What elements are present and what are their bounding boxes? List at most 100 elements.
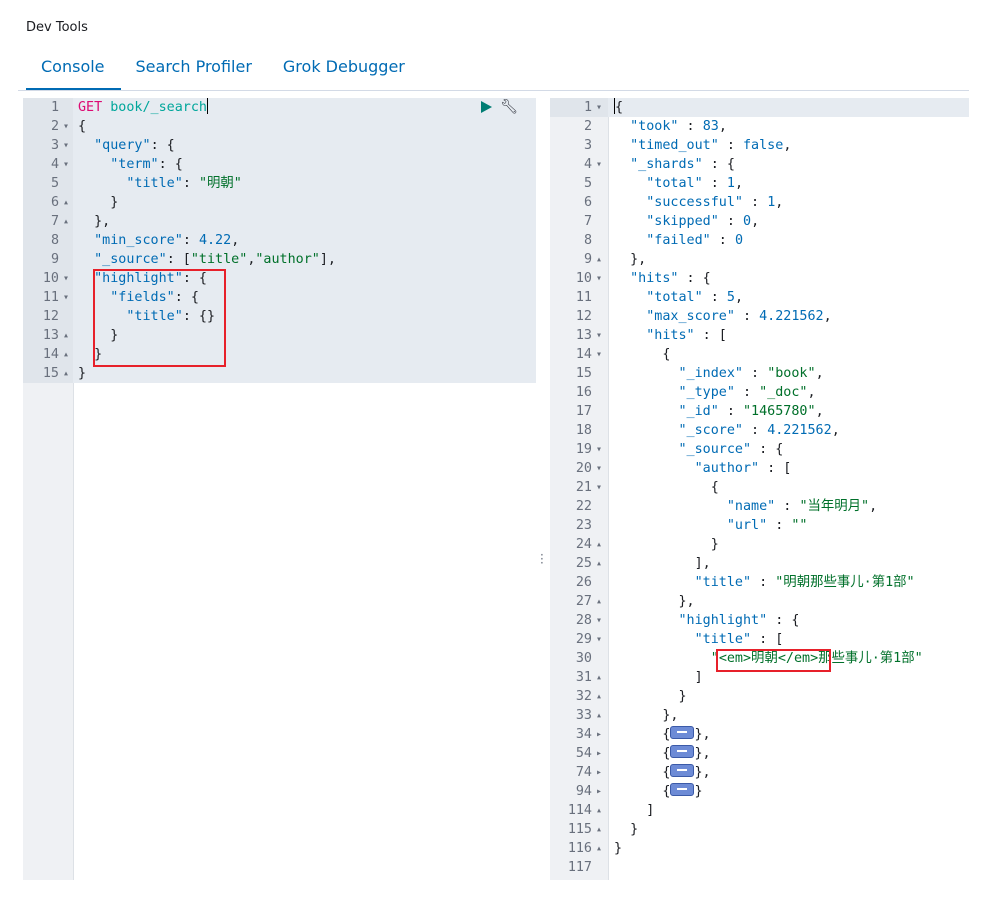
fold-close-icon[interactable]: ▴	[594, 820, 604, 839]
fold-close-icon[interactable]: ▴	[594, 706, 604, 725]
json-number: 4.22	[198, 233, 232, 248]
fold-open-icon[interactable]: ▾	[594, 326, 604, 345]
code-line: 33 ▴ },	[550, 706, 969, 725]
fold-open-icon[interactable]: ▾	[594, 459, 604, 478]
line-number: 114	[567, 803, 592, 818]
line-number: 9	[583, 252, 592, 267]
json-number: 0	[734, 233, 743, 248]
line-number: 4	[583, 157, 592, 172]
line-number: 10	[575, 271, 592, 286]
fold-close-icon[interactable]: ▴	[594, 801, 604, 820]
fold-open-icon[interactable]: ▾	[61, 269, 71, 288]
fold-open-icon[interactable]: ▾	[594, 478, 604, 497]
code-line: 32 ▴ }	[550, 687, 969, 706]
drag-handle-icon[interactable]: · · ·	[540, 549, 544, 569]
code-line: 54 ▸ {},	[550, 744, 969, 763]
fold-close-icon[interactable]: ▴	[61, 345, 71, 364]
json-key: "hits"	[646, 328, 695, 343]
request-method: GET	[78, 100, 103, 115]
fold-close-icon[interactable]: ▴	[61, 193, 71, 212]
fold-close-icon[interactable]: ▴	[594, 687, 604, 706]
code-line: 1 ▾{	[550, 98, 969, 117]
line-number: 7	[50, 214, 59, 229]
json-number: 1	[767, 195, 776, 210]
fold-open-icon[interactable]: ▾	[594, 440, 604, 459]
fold-open-icon[interactable]: ▾	[594, 269, 604, 288]
fold-open-icon[interactable]: ▾	[594, 630, 604, 649]
pane-splitter[interactable]: · · ·	[536, 98, 550, 880]
line-number: 94	[575, 784, 592, 799]
code-line: 6 ▴ }	[23, 193, 536, 212]
collapsed-block-widget[interactable]	[670, 745, 695, 758]
json-number: 0	[743, 214, 752, 229]
fold-open-icon[interactable]: ▾	[61, 136, 71, 155]
json-key: "title"	[694, 575, 752, 590]
code-line: 22 "name" : "当年明月",	[550, 497, 969, 516]
request-editor[interactable]: 🔧︎ 1 GET book/_search 2 ▾{ 3 ▾ "query": { 4…	[23, 98, 536, 880]
tab-grok-debugger[interactable]: Grok Debugger	[268, 56, 421, 88]
fold-open-icon[interactable]: ▾	[61, 288, 71, 307]
line-number: 30	[575, 651, 592, 666]
json-key: "skipped"	[646, 214, 719, 229]
code-line: 5 "total" : 1,	[550, 174, 969, 193]
fold-open-icon[interactable]: ▾	[61, 155, 71, 174]
collapsed-block-widget[interactable]	[670, 764, 695, 777]
fold-close-icon[interactable]: ▴	[61, 212, 71, 231]
fold-close-icon[interactable]: ▴	[594, 592, 604, 611]
code-line: 3 "timed_out" : false,	[550, 136, 969, 155]
fold-close-icon[interactable]: ▴	[594, 250, 604, 269]
json-key: "highlight"	[678, 613, 768, 628]
json-key: "name"	[726, 499, 776, 514]
line-number: 21	[575, 480, 592, 495]
fold-open-icon[interactable]: ▾	[61, 117, 71, 136]
fold-open-icon[interactable]: ▾	[594, 155, 604, 174]
line-number: 14	[575, 347, 592, 362]
code-line: 5 "title": "明朝"	[23, 174, 536, 193]
line-number: 34	[575, 727, 592, 742]
dev-tools-window: Dev Tools Console Search Profiler Grok D…	[18, 18, 969, 880]
fold-collapsed-icon[interactable]: ▸	[594, 763, 604, 782]
line-number: 10	[42, 271, 59, 286]
line-number: 4	[50, 157, 59, 172]
text-cursor	[614, 98, 615, 114]
fold-close-icon[interactable]: ▴	[594, 554, 604, 573]
fold-close-icon[interactable]: ▴	[61, 326, 71, 345]
fold-close-icon[interactable]: ▴	[594, 535, 604, 554]
fold-collapsed-icon[interactable]: ▸	[594, 782, 604, 801]
fold-open-icon[interactable]: ▾	[594, 345, 604, 364]
code-line: 8 "failed" : 0	[550, 231, 969, 250]
fold-collapsed-icon[interactable]: ▸	[594, 725, 604, 744]
fold-open-icon[interactable]: ▾	[594, 98, 604, 117]
json-string: "1465780"	[743, 404, 816, 419]
json-key: "failed"	[646, 233, 711, 248]
tab-console[interactable]: Console	[26, 56, 121, 90]
code-line: 23 "url" : ""	[550, 516, 969, 535]
fold-close-icon[interactable]: ▴	[61, 364, 71, 383]
collapsed-block-widget[interactable]	[670, 783, 695, 796]
line-number: 12	[575, 309, 592, 324]
line-number: 17	[575, 404, 592, 419]
collapsed-block-widget[interactable]	[670, 726, 695, 739]
tab-divider	[18, 90, 969, 91]
fold-close-icon[interactable]: ▴	[594, 839, 604, 858]
tab-search-profiler[interactable]: Search Profiler	[121, 56, 268, 88]
code-line: 34 ▸ {},	[550, 725, 969, 744]
line-number: 11	[575, 290, 592, 305]
line-number: 6	[50, 195, 59, 210]
code-line: 7 ▴ },	[23, 212, 536, 231]
json-key: "total"	[646, 176, 703, 191]
json-key: "title"	[694, 632, 752, 647]
code-line: 10 ▾ "hits" : {	[550, 269, 969, 288]
response-viewer[interactable]: 1 ▾{ 2 "took" : 83, 3 "timed_out" : false…	[550, 98, 969, 880]
json-number: 83	[702, 119, 719, 134]
line-number: 7	[583, 214, 592, 229]
highlight-annotation-box	[716, 649, 831, 672]
fold-open-icon[interactable]: ▾	[594, 611, 604, 630]
fold-collapsed-icon[interactable]: ▸	[594, 744, 604, 763]
line-number: 31	[575, 670, 592, 685]
code-line: 2 "took" : 83,	[550, 117, 969, 136]
fold-close-icon[interactable]: ▴	[594, 668, 604, 687]
line-number: 20	[575, 461, 592, 476]
code-line: 9 ▴ },	[550, 250, 969, 269]
line-number: 28	[575, 613, 592, 628]
